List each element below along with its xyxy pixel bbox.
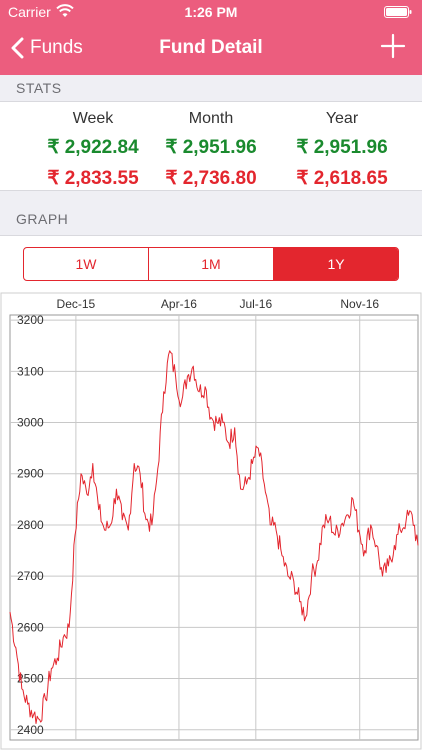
back-button-label: Funds <box>30 37 83 58</box>
chart-frame <box>0 292 422 750</box>
segment-1y[interactable]: 1Y <box>273 248 398 280</box>
segment-1w[interactable]: 1W <box>24 248 148 280</box>
x-tick-label: Jul-16 <box>239 297 272 311</box>
stat-high-value: ₹ 2,951.96 <box>165 137 257 158</box>
y-tick-label: 3200 <box>17 313 44 327</box>
series-line <box>9 350 419 724</box>
x-tick-label: Nov-16 <box>340 297 379 311</box>
y-tick-label: 3000 <box>17 416 44 430</box>
y-tick-label: 2700 <box>17 569 44 583</box>
x-tick-label: Apr-16 <box>161 297 197 311</box>
x-tick-label: Dec-15 <box>57 297 96 311</box>
y-tick-label: 2800 <box>17 518 44 532</box>
price-chart-svg: Dec-15 Apr-16 Jul-16 Nov-162400250026002700… <box>0 292 422 750</box>
stat-period-label: Year <box>325 110 359 127</box>
stat-period-label: Month <box>188 110 234 127</box>
navigation-bar: Carrier 1:26 PM Funds Fund Detail <box>0 0 422 75</box>
stats-panel: Week ₹ 2,922.84 ₹ 2,833.55 Month ₹ 2,951… <box>0 102 422 190</box>
price-chart: Dec-15 Apr-16 Jul-16 Nov-16 2400 2500 2600 2700… <box>0 292 422 750</box>
chevron-left-icon <box>11 37 24 59</box>
clock-label: 1:26 PM <box>184 4 238 20</box>
stat-low-value: ₹ 2,618.65 <box>296 168 388 189</box>
status-bar: Carrier 1:26 PM <box>0 0 422 24</box>
back-button[interactable]: Funds <box>10 34 83 62</box>
period-segmented-control: 1W 1M 1Y <box>23 247 399 281</box>
graph-section-header: GRAPH <box>0 190 422 236</box>
y-tick-label: 3100 <box>17 364 44 378</box>
y-tick-label: 2900 <box>17 467 44 481</box>
y-tick-label: 2600 <box>17 620 44 634</box>
add-icon[interactable] <box>380 33 406 59</box>
stat-year: Year ₹ 2,951.96 ₹ 2,618.65 <box>272 102 412 190</box>
stat-high-value: ₹ 2,951.96 <box>296 137 388 158</box>
plot-area-border <box>9 314 419 741</box>
stats-section-header: STATS <box>0 75 422 102</box>
battery-icon <box>384 6 412 18</box>
stat-low-value: ₹ 2,736.80 <box>165 168 257 189</box>
segment-1m[interactable]: 1M <box>148 248 273 280</box>
stat-month: Month ₹ 2,951.96 ₹ 2,736.80 <box>141 102 281 190</box>
y-tick-label: 2400 <box>17 723 44 737</box>
